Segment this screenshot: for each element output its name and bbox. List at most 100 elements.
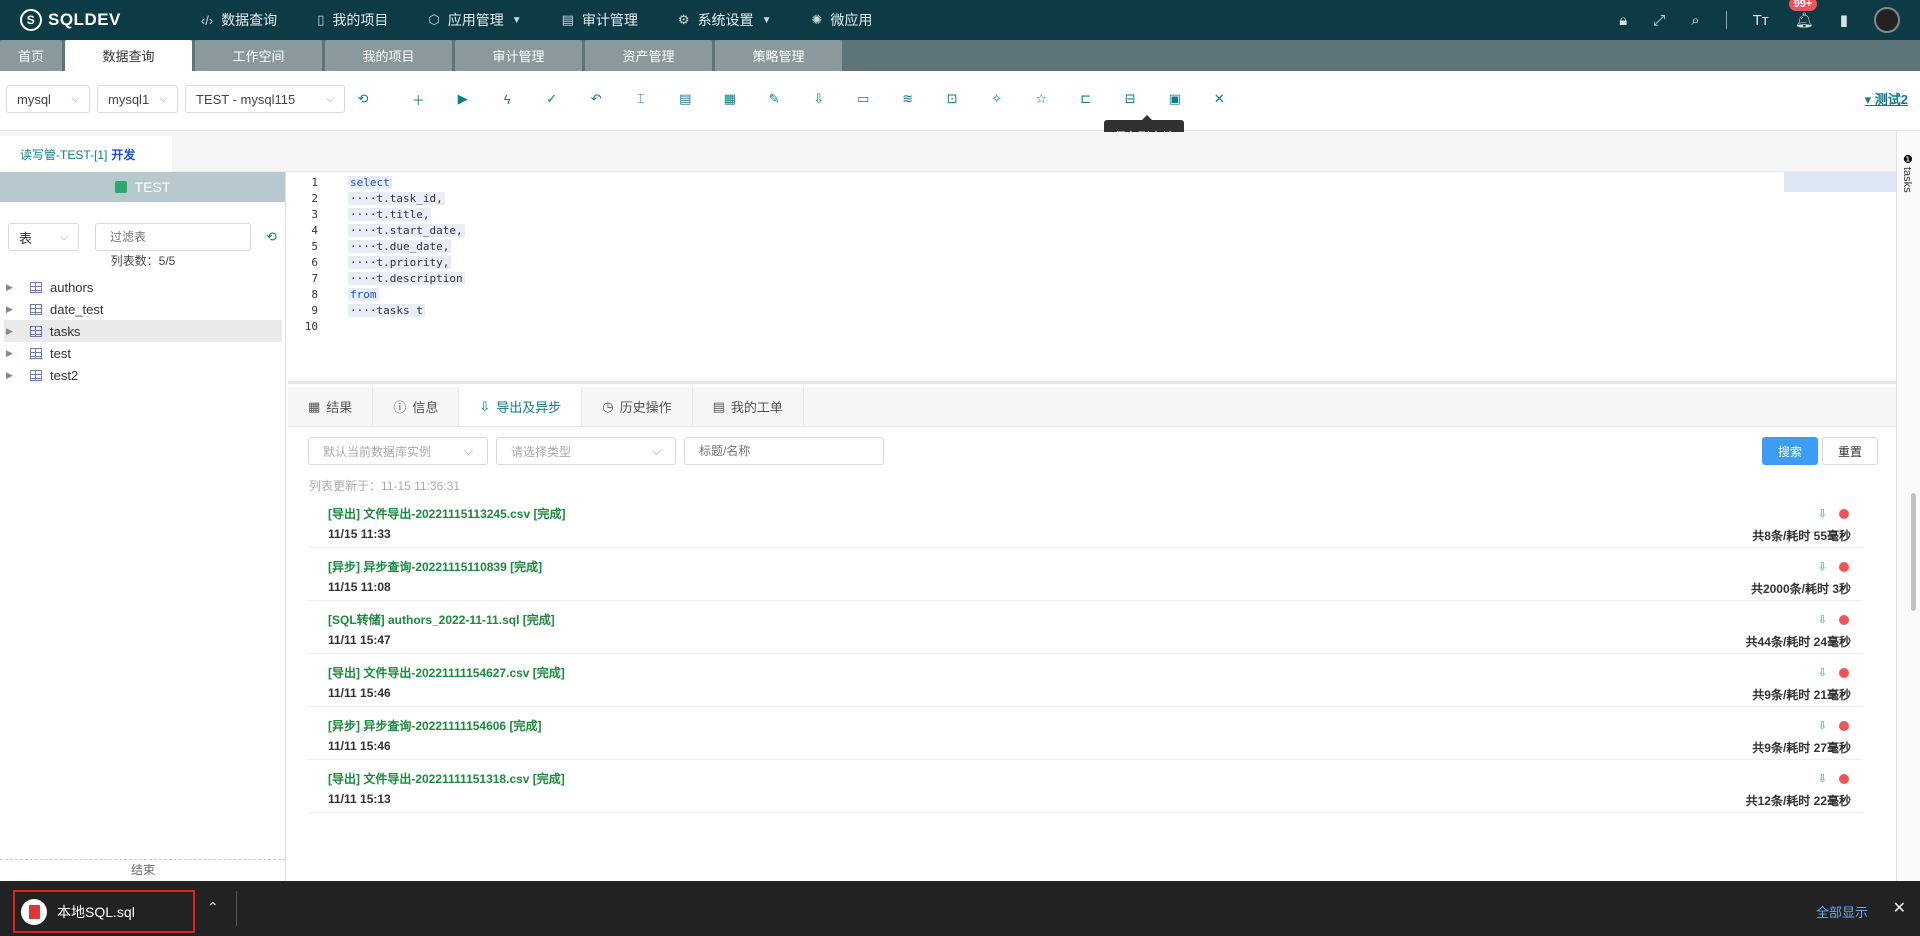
right-side-panel: ❶ tasks (1896, 131, 1920, 881)
code-line: 7 ····t.description (311, 271, 465, 285)
expand-arrow-icon[interactable]: ▶ (6, 348, 20, 359)
table-node-authors[interactable]: ▶ authors (4, 276, 282, 298)
brand-logo[interactable]: S SQLDEV (20, 9, 121, 31)
instance-filter-select[interactable]: 默认当前数据库实例 ⌵ (308, 437, 488, 465)
delete-dot-icon[interactable] (1839, 562, 1849, 572)
import-icon[interactable]: ⇩ (797, 91, 842, 107)
star-icon[interactable]: ☆ (1019, 91, 1064, 107)
tab-audit[interactable]: 审计管理 (455, 40, 582, 71)
magic-wand-icon[interactable]: ✧ (975, 91, 1020, 107)
add-icon[interactable]: ＋ (396, 90, 441, 109)
terminal-icon[interactable]: ⊡ (930, 91, 975, 107)
expand-arrow-icon[interactable]: ▶ (6, 370, 20, 381)
database-icon[interactable]: ≋ (886, 91, 931, 107)
delete-dot-icon[interactable] (1839, 668, 1849, 678)
reset-button[interactable]: 重置 (1822, 437, 1878, 465)
side-tab-tasks[interactable]: tasks (1901, 167, 1913, 193)
result-panel: ▦ 结果 ⓘ 信息 ⇩ 导出及异步 ◷ 历史操作 ▤ 我的工单 默认当前数据库实例 ⌵ 请选… (288, 387, 1896, 881)
tab-policy[interactable]: 策略管理 (715, 40, 842, 71)
table-node-date-test[interactable]: ▶ date_test (4, 298, 282, 320)
caret-icon: ▾ (1864, 92, 1875, 107)
download-icon[interactable]: ⇩ (1818, 507, 1827, 520)
delete-dot-icon[interactable] (1839, 509, 1849, 519)
task-list-scrollbar[interactable] (1911, 493, 1916, 611)
refresh-icon[interactable]: ⟲ (266, 229, 277, 245)
message-icon[interactable]: ▮ (1840, 11, 1848, 29)
download-item[interactable]: 本地SQL.sql (13, 890, 195, 933)
grid-icon: ▦ (308, 398, 321, 414)
notification-icon[interactable]: 🔔︎ 99+ (1788, 0, 1818, 29)
edit-icon[interactable]: ✎ (752, 91, 797, 107)
delete-dot-icon[interactable] (1839, 774, 1849, 784)
format-icon[interactable]: ⌶ (619, 91, 664, 107)
lightning-icon[interactable]: ϟ (485, 92, 530, 107)
type-filter-select[interactable]: 请选择类型 ⌵ (496, 437, 676, 465)
download-icon[interactable]: ⇩ (1818, 772, 1827, 785)
download-icon[interactable]: ⇩ (1818, 560, 1827, 573)
search-icon[interactable]: ⌕ (1691, 12, 1699, 29)
save-local-icon[interactable]: ⊟ (1108, 91, 1153, 107)
editor-tabs: 读写管-TEST-[1] 开发 (0, 132, 1896, 172)
tab-my-tickets[interactable]: ▤ 我的工单 (693, 387, 804, 426)
table-icon (30, 347, 42, 359)
commit-icon[interactable]: ✓ (530, 91, 575, 107)
lock-icon[interactable]: 🔒︎ (1619, 12, 1627, 29)
tools-icon[interactable]: ✕ (1197, 91, 1242, 107)
close-icon[interactable]: ✕ (1893, 898, 1906, 918)
download-icon[interactable]: ⇩ (1818, 613, 1827, 626)
run-icon[interactable]: ▶ (441, 91, 486, 107)
title-filter-input[interactable] (684, 437, 884, 465)
task-time: 11/11 15:46 (328, 686, 391, 700)
menu-audit[interactable]: ▤ 审计管理 (542, 0, 658, 40)
download-icon[interactable]: ⇩ (1818, 719, 1827, 732)
calendar-icon[interactable]: ▦ (708, 91, 753, 107)
menu-my-projects[interactable]: ▯ 我的项目 (297, 0, 408, 40)
sql-editor[interactable]: 1 select 2 ····t.task_id, 3 ····t.title, 4 ·… (288, 172, 1896, 384)
table-node-tasks[interactable]: ▶ tasks (4, 320, 282, 342)
explain-icon[interactable]: ▤ (663, 91, 708, 107)
tab-assets[interactable]: 资产管理 (585, 40, 712, 71)
menu-app-management[interactable]: ⬡ 应用管理 ▼ (408, 0, 541, 40)
tab-info[interactable]: ⓘ 信息 (373, 387, 460, 426)
tab-data-query[interactable]: 数据查询 (65, 40, 192, 71)
table-node-test[interactable]: ▶ test (4, 342, 282, 364)
instance-select[interactable]: mysql1 ⌵ (97, 85, 178, 113)
avatar[interactable] (1874, 7, 1900, 33)
show-all-link[interactable]: 全部显示 (1816, 902, 1868, 921)
object-type-select[interactable]: 表 ⌵ (8, 223, 79, 251)
tab-history[interactable]: ◷ 历史操作 (582, 387, 693, 426)
menu-data-query[interactable]: ‹/› 数据查询 (181, 0, 297, 40)
expand-arrow-icon[interactable]: ▶ (6, 326, 20, 337)
chevron-up-icon[interactable]: ⌃ (207, 899, 219, 916)
delete-dot-icon[interactable] (1839, 721, 1849, 731)
tab-home[interactable]: 首页 (0, 40, 62, 71)
task-title: [异步] 异步查询-20221115110839 [完成] (328, 560, 543, 574)
fullscreen-icon[interactable]: ⤢ (1653, 12, 1665, 29)
db-type-select[interactable]: mysql ⌵ (6, 85, 90, 113)
tab-results[interactable]: ▦ 结果 (288, 387, 374, 426)
expand-arrow-icon[interactable]: ▶ (6, 282, 20, 293)
user-menu[interactable]: ▾ 测试2 (1865, 89, 1908, 108)
table-node-test2[interactable]: ▶ test2 (4, 364, 282, 386)
editor-tab-active[interactable]: 读写管-TEST-[1] 开发 (0, 136, 172, 172)
expand-arrow-icon[interactable]: ▶ (6, 304, 20, 315)
table-filter-input[interactable] (95, 223, 251, 251)
delete-dot-icon[interactable] (1839, 615, 1849, 625)
tab-export-async[interactable]: ⇩ 导出及异步 (459, 387, 583, 426)
tab-my-projects[interactable]: 我的项目 (325, 40, 452, 71)
folder-open-icon[interactable]: ⊏ (1064, 91, 1109, 107)
tab-workspace[interactable]: 工作空间 (195, 40, 322, 71)
database-icon (114, 181, 127, 193)
table-tree: ▶ authors ▶ date_test ▶ tasks ▶ test ▶ test2 (4, 276, 282, 386)
download-icon[interactable]: ⇩ (1818, 666, 1827, 679)
rollback-icon[interactable]: ↶ (574, 91, 619, 107)
menu-settings[interactable]: ⚙ 系统设置 ▼ (658, 0, 792, 40)
menu-micro-apps[interactable]: ✺ 微应用 (791, 0, 892, 40)
image-icon[interactable]: ▣ (1153, 91, 1198, 107)
font-size-icon[interactable]: Tт (1753, 12, 1769, 29)
search-button[interactable]: 搜索 (1762, 437, 1818, 465)
task-time: 11/11 15:46 (328, 739, 391, 753)
card-icon[interactable]: ▭ (841, 91, 886, 107)
connection-select[interactable]: TEST - mysql115 ⌵ (185, 85, 345, 113)
refresh-icon[interactable]: ⟲ (350, 91, 376, 107)
